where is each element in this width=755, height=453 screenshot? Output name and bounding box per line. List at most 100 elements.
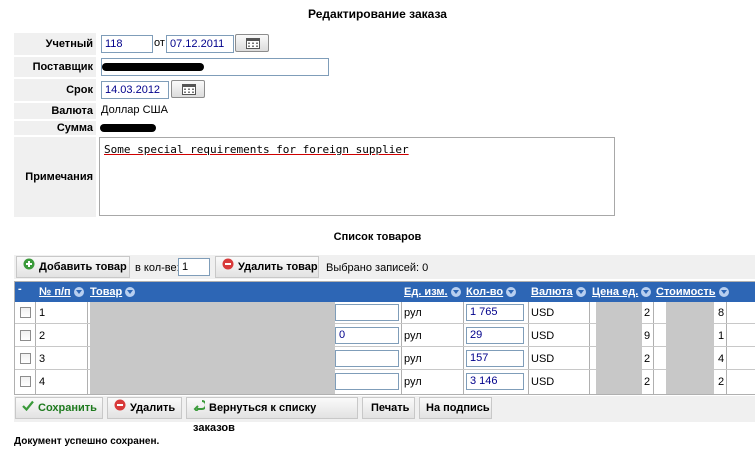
row-unit: рул — [404, 353, 422, 365]
sort-icon[interactable] — [718, 287, 729, 298]
status-message: Документ успешно сохранен. — [14, 436, 160, 447]
sum-label: Сумма — [14, 121, 96, 135]
delete-button[interactable]: Удалить — [107, 397, 182, 419]
row-num: 2 — [39, 330, 46, 342]
supplier-input[interactable] — [101, 58, 329, 76]
deadline-input[interactable]: 14.03.2012 — [101, 81, 169, 99]
row-item-input[interactable] — [335, 373, 399, 390]
column-price[interactable]: Цена ед. — [592, 286, 652, 298]
remove-item-label: Удалить товар — [238, 261, 318, 273]
minus-circle-icon — [114, 398, 126, 418]
row-qty-input[interactable]: 29 — [466, 327, 524, 344]
row-price: 2 — [644, 307, 651, 319]
sort-icon[interactable] — [575, 287, 586, 298]
row-checkbox[interactable] — [20, 307, 31, 318]
sort-icon[interactable] — [125, 287, 136, 298]
row-num: 4 — [39, 376, 46, 388]
currency-value: Доллар США — [101, 104, 168, 116]
minus-circle-icon — [222, 257, 234, 277]
redacted-prices — [596, 302, 642, 394]
column-unit-link[interactable]: Ед. изм. — [404, 286, 448, 298]
calendar-icon — [246, 38, 260, 49]
row-unit: рул — [404, 330, 422, 342]
row-item-input[interactable] — [335, 350, 399, 367]
column-price-link[interactable]: Цена ед. — [592, 286, 638, 298]
save-label: Сохранить — [38, 402, 97, 414]
row-unit: рул — [404, 307, 422, 319]
row-cost: 8 — [718, 307, 725, 319]
add-item-label: Добавить товар — [39, 261, 127, 273]
row-qty-input[interactable]: 3 146 — [466, 373, 524, 390]
row-item-input[interactable]: 0 — [335, 327, 399, 344]
back-to-orders-button[interactable]: Вернуться к списку заказов — [186, 397, 358, 434]
row-checkbox[interactable] — [20, 376, 31, 387]
row-currency: USD — [531, 353, 555, 365]
quantity-input[interactable]: 1 — [178, 258, 210, 276]
deadline-calendar-button[interactable] — [171, 80, 205, 98]
sort-icon[interactable] — [450, 287, 461, 298]
redacted-costs — [666, 302, 714, 394]
column-qty-link[interactable]: Кол-во — [466, 286, 503, 298]
row-item-input[interactable] — [335, 304, 399, 321]
column-num-link[interactable]: № п/п — [39, 286, 71, 298]
row-cost: 4 — [718, 353, 725, 365]
save-button[interactable]: Сохранить — [15, 397, 103, 419]
column-currency[interactable]: Валюта — [531, 286, 586, 298]
row-unit: рул — [404, 376, 422, 388]
order-date-calendar-button[interactable] — [235, 34, 269, 52]
notes-text: Some special requirements for foreign su… — [104, 143, 409, 156]
column-currency-link[interactable]: Валюта — [531, 286, 573, 298]
row-checkbox[interactable] — [20, 353, 31, 364]
row-checkbox[interactable] — [20, 330, 31, 341]
print-button[interactable]: Печать — [362, 397, 415, 419]
check-icon — [22, 398, 34, 418]
row-qty-input[interactable]: 1 765 — [466, 304, 524, 321]
quantity-label: в кол-ве: — [135, 262, 180, 274]
selected-count: Выбрано записей: 0 — [326, 262, 429, 274]
row-currency: USD — [531, 307, 555, 319]
column-qty[interactable]: Кол-во — [466, 286, 517, 298]
row-currency: USD — [531, 330, 555, 342]
select-all-header[interactable]: - — [18, 283, 22, 295]
goods-table: - № п/п Товар Ед. изм. Кол-во Валюта Цен… — [14, 281, 755, 395]
goods-list-title: Список товаров — [333, 231, 422, 243]
row-price: 9 — [644, 330, 651, 342]
deadline-label: Срок поставки — [14, 79, 96, 118]
row-cost: 2 — [718, 376, 725, 388]
column-num[interactable]: № п/п — [39, 286, 84, 298]
sort-icon[interactable] — [73, 287, 84, 298]
column-unit[interactable]: Ед. изм. — [404, 286, 461, 298]
from-label: от — [154, 37, 165, 49]
currency-label: Валюта — [14, 103, 96, 119]
row-num: 3 — [39, 353, 46, 365]
column-cost-link[interactable]: Стоимость — [656, 286, 716, 298]
sort-icon[interactable] — [506, 287, 517, 298]
notes-textarea[interactable]: Some special requirements for foreign su… — [99, 137, 615, 216]
row-price: 2 — [644, 376, 651, 388]
row-cost: 1 — [718, 330, 725, 342]
row-num: 1 — [39, 307, 46, 319]
column-item-link[interactable]: Товар — [90, 286, 122, 298]
sort-icon[interactable] — [641, 287, 652, 298]
redacted-supplier — [102, 63, 204, 71]
account-number-label: Учетный номер — [14, 33, 96, 72]
plus-circle-icon — [23, 257, 35, 277]
back-arrow-icon — [193, 398, 207, 418]
order-date-input[interactable]: 07.12.2011 — [166, 35, 234, 53]
column-cost[interactable]: Стоимость — [656, 286, 729, 298]
column-item[interactable]: Товар — [90, 286, 136, 298]
row-currency: USD — [531, 376, 555, 388]
add-item-button[interactable]: Добавить товар — [16, 256, 130, 278]
supplier-label: Поставщик — [14, 57, 96, 77]
account-number-input[interactable]: 118 — [101, 35, 153, 53]
page-title: Редактирование заказа — [308, 7, 447, 21]
delete-label: Удалить — [130, 402, 176, 414]
redacted-item-names — [90, 302, 335, 394]
calendar-icon — [182, 84, 196, 95]
table-header: - № п/п Товар Ед. изм. Кол-во Валюта Цен… — [15, 282, 755, 302]
row-qty-input[interactable]: 157 — [466, 350, 524, 367]
remove-item-button[interactable]: Удалить товар — [215, 256, 319, 278]
notes-label: Примечания — [14, 137, 96, 217]
redacted-sum — [100, 124, 156, 132]
sign-button[interactable]: На подпись — [419, 397, 492, 419]
